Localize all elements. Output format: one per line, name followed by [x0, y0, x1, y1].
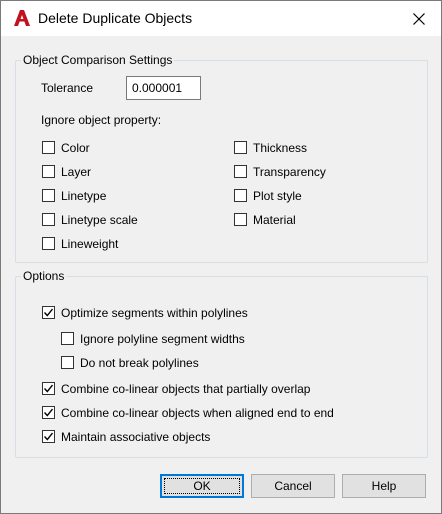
options-label: Options: [21, 269, 67, 283]
end-to-end-checkbox[interactable]: [42, 406, 55, 419]
thickness-label: Thickness: [253, 141, 308, 155]
material-label: Material: [253, 213, 296, 227]
checkmark-icon: [44, 384, 53, 393]
ok-button[interactable]: OK: [160, 474, 244, 498]
linetype-checkbox[interactable]: [42, 189, 55, 202]
layer-label: Layer: [61, 165, 92, 179]
close-button[interactable]: [405, 7, 433, 31]
linetype-scale-checkbox[interactable]: [42, 213, 55, 226]
checkmark-icon: [44, 308, 53, 317]
close-x-icon: [413, 13, 425, 25]
ignore-widths-checkbox[interactable]: [61, 332, 74, 345]
partial-overlap-label: Combine co-linear objects that partially…: [61, 382, 311, 396]
transparency-label: Transparency: [253, 165, 326, 179]
ignore-widths-label: Ignore polyline segment widths: [80, 332, 245, 346]
material-checkbox[interactable]: [234, 213, 247, 226]
checkmark-icon: [44, 408, 53, 417]
color-label: Color: [61, 141, 90, 155]
associative-checkbox[interactable]: [42, 430, 55, 443]
tolerance-label: Tolerance: [41, 81, 94, 95]
ignore-property-label: Ignore object property:: [41, 113, 162, 127]
partial-overlap-checkbox[interactable]: [42, 382, 55, 395]
thickness-checkbox[interactable]: [234, 141, 247, 154]
dialog-window: Delete Duplicate Objects Object Comparis…: [0, 0, 442, 514]
comparison-settings-label: Object Comparison Settings: [21, 53, 175, 67]
plot-style-label: Plot style: [253, 189, 302, 203]
do-not-break-checkbox[interactable]: [61, 356, 74, 369]
transparency-checkbox[interactable]: [234, 165, 247, 178]
color-checkbox[interactable]: [42, 141, 55, 154]
cancel-button[interactable]: Cancel: [251, 474, 335, 498]
associative-label: Maintain associative objects: [61, 430, 211, 444]
end-to-end-label: Combine co-linear objects when aligned e…: [61, 406, 334, 420]
linetype-scale-label: Linetype scale: [61, 213, 138, 227]
layer-checkbox[interactable]: [42, 165, 55, 178]
checkmark-icon: [44, 432, 53, 441]
lineweight-label: Lineweight: [61, 237, 119, 251]
autocad-a-icon: [12, 8, 32, 28]
lineweight-checkbox[interactable]: [42, 237, 55, 250]
plot-style-checkbox[interactable]: [234, 189, 247, 202]
linetype-label: Linetype: [61, 189, 107, 203]
help-button[interactable]: Help: [342, 474, 426, 498]
tolerance-input[interactable]: [126, 76, 201, 100]
do-not-break-label: Do not break polylines: [80, 356, 199, 370]
window-title: Delete Duplicate Objects: [38, 10, 193, 26]
title-bar: Delete Duplicate Objects: [1, 1, 441, 36]
optimize-segments-checkbox[interactable]: [42, 306, 55, 319]
optimize-segments-label: Optimize segments within polylines: [61, 306, 248, 320]
